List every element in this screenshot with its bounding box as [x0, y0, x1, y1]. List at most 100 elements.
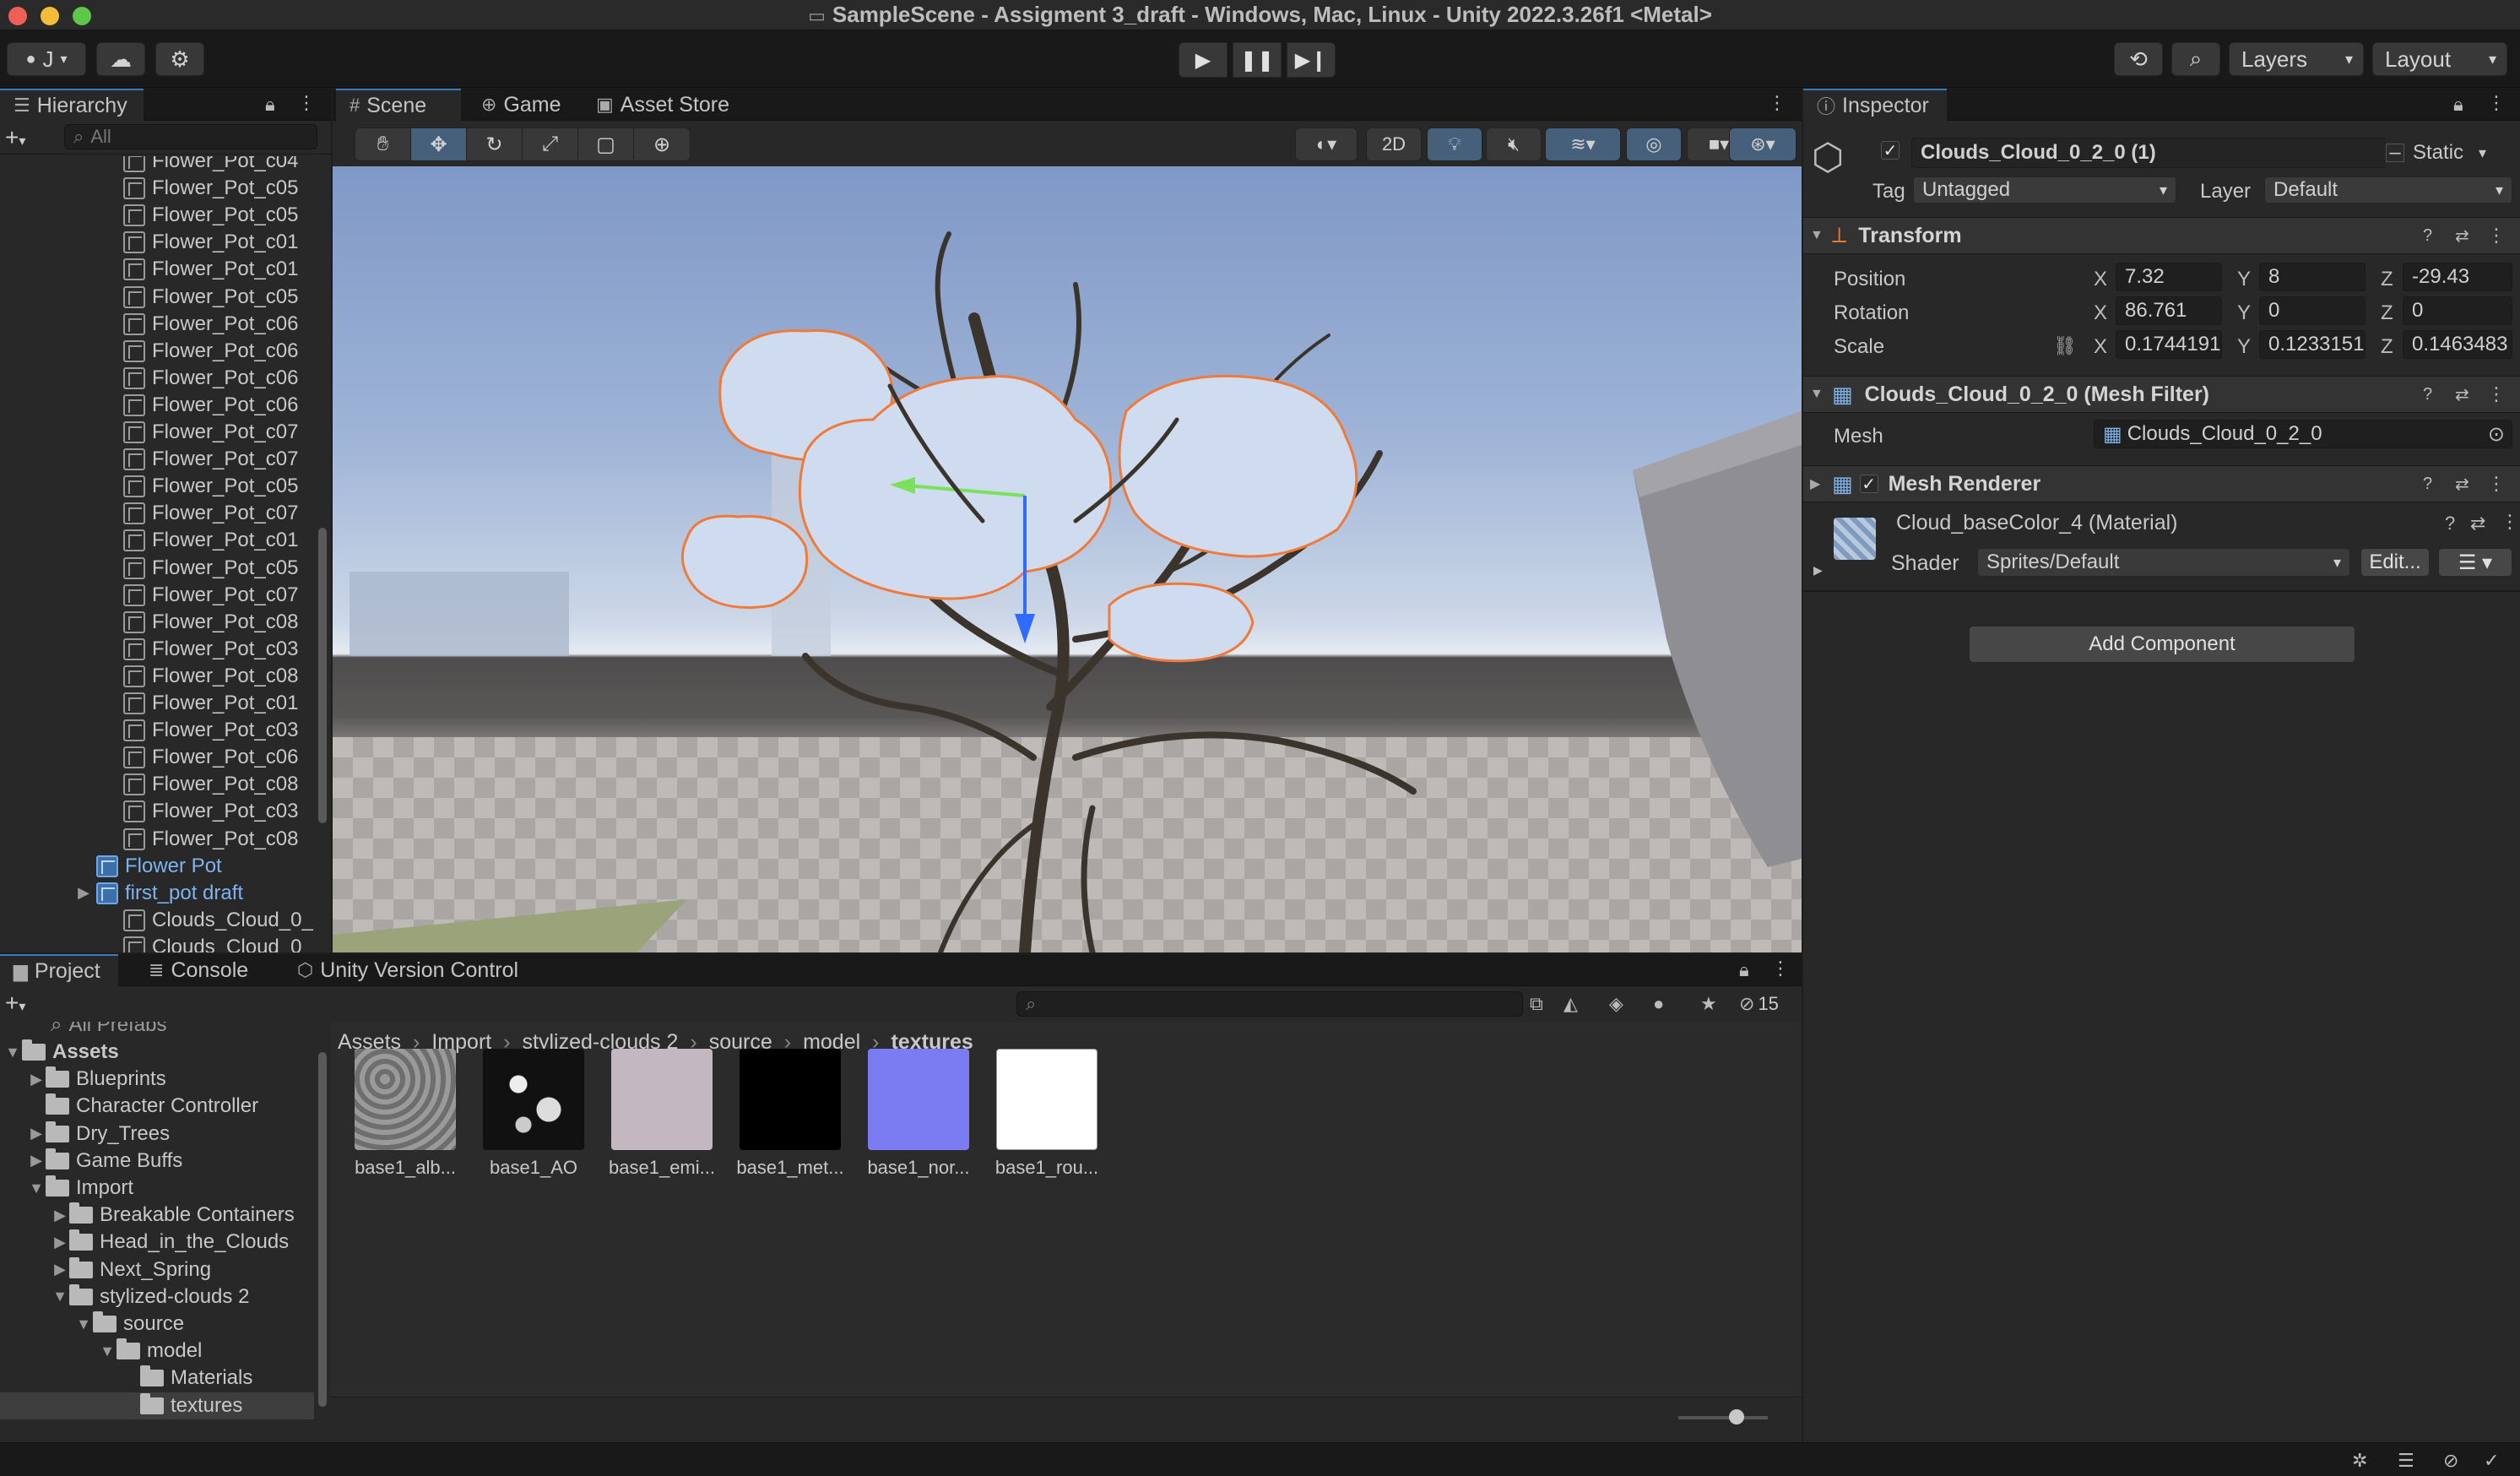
hierarchy-item[interactable]: Flower_Pot_c07	[0, 446, 314, 473]
create-asset-button[interactable]: +▾	[5, 990, 25, 1017]
help-icon[interactable]: ?	[2423, 385, 2432, 404]
tab-unity-version-control[interactable]: ⬡ Unity Version Control	[284, 954, 537, 986]
search-by-type-icon[interactable]: ⧉	[1530, 993, 1543, 1015]
more-options-icon[interactable]: ⋮	[2501, 511, 2519, 533]
foldout-arrow-icon[interactable]: ▼	[74, 1316, 93, 1333]
folder-tree-item[interactable]: Materials	[0, 1365, 314, 1392]
gizmos-dropdown[interactable]: ⊛▾	[1729, 128, 1797, 161]
thumbnail-size-slider-handle[interactable]	[1729, 1409, 1744, 1424]
effects-dropdown[interactable]: ≋▾	[1545, 128, 1621, 161]
filter-by-label-icon[interactable]: ◈	[1609, 993, 1623, 1015]
asset-item[interactable]: base1_met...	[726, 1049, 854, 1179]
object-active-checkbox[interactable]: ✓	[1881, 141, 1899, 160]
hierarchy-item[interactable]: Flower_Pot_c08	[0, 826, 314, 853]
project-search-input[interactable]: ⌕	[1016, 991, 1523, 1017]
rotate-tool-button[interactable]: ↻	[467, 128, 523, 160]
all-prefabs-item[interactable]: ⌕ All Prefabs	[0, 1022, 314, 1039]
hierarchy-item[interactable]: ▶ first_pot draft	[0, 880, 314, 907]
visibility-toggle[interactable]: ◎	[1626, 128, 1682, 161]
hierarchy-item[interactable]: Flower_Pot_c05	[0, 175, 314, 202]
hidden-packages-icon[interactable]: ⊘ 15	[1739, 993, 1779, 1015]
layout-dropdown[interactable]: Layout ▾	[2372, 42, 2507, 76]
hierarchy-item[interactable]: Flower_Pot_c05	[0, 202, 314, 229]
more-options-icon[interactable]: ⋮	[2487, 92, 2506, 114]
folder-tree-item[interactable]: ▼ Import	[0, 1175, 314, 1202]
hand-tool-button[interactable]: ✋︎	[355, 128, 411, 160]
foldout-arrow-icon[interactable]: ▼	[27, 1180, 46, 1197]
scale-z-field[interactable]: 0.1463483	[2403, 330, 2512, 359]
foldout-arrow-icon[interactable]: ▼	[51, 1288, 69, 1305]
foldout-arrow-icon[interactable]: ▶	[51, 1234, 69, 1251]
tab-asset-store[interactable]: ▣ Asset Store	[583, 89, 751, 121]
foldout-arrow-icon[interactable]: ▶	[27, 1152, 46, 1169]
collab-button[interactable]: ⚙	[155, 42, 204, 76]
position-z-field[interactable]: -29.43	[2403, 263, 2512, 291]
hierarchy-scrollbar[interactable]	[314, 156, 331, 952]
more-options-icon[interactable]: ⋮	[1768, 92, 1786, 114]
shader-options-dropdown[interactable]: ☰ ▾	[2438, 548, 2512, 577]
folder-tree-item[interactable]: ▶ Blueprints	[0, 1066, 314, 1093]
hierarchy-item[interactable]: Flower_Pot_c06	[0, 338, 314, 365]
static-toggle[interactable]: – Static ▾	[2386, 138, 2512, 168]
position-x-field[interactable]: 7.32	[2116, 263, 2222, 291]
folder-tree-item[interactable]: ▼ Assets	[0, 1039, 314, 1066]
cache-server-icon[interactable]: ☰	[2398, 1450, 2414, 1472]
hierarchy-item[interactable]: Flower_Pot_c07	[0, 500, 314, 527]
lock-icon[interactable]: 🔒︎	[1739, 959, 1749, 981]
lock-icon[interactable]: 🔒︎	[265, 94, 275, 116]
audio-toggle[interactable]: 🔇︎	[1486, 128, 1542, 161]
transform-header[interactable]: ▼ ⟂ Transform ? ⇄ ⋮	[1803, 217, 2520, 254]
hierarchy-item[interactable]: Flower_Pot_c03	[0, 636, 314, 663]
more-options-icon[interactable]: ⋮	[2487, 473, 2506, 495]
hierarchy-item[interactable]: Flower_Pot_c08	[0, 609, 314, 636]
project-tree-scrollbar[interactable]	[314, 1022, 331, 1442]
hierarchy-item[interactable]: Flower_Pot_c03	[0, 717, 314, 744]
tab-inspector[interactable]: ⓘ Inspector	[1803, 89, 1947, 121]
hierarchy-item[interactable]: Flower_Pot_c03	[0, 798, 314, 825]
rotation-z-field[interactable]: 0	[2403, 296, 2512, 325]
preset-icon[interactable]: ⇄	[2470, 513, 2485, 535]
preset-icon[interactable]: ⇄	[2455, 225, 2469, 247]
folder-tree-item[interactable]: ▶ Breakable Containers	[0, 1202, 314, 1229]
hierarchy-scroll-thumb[interactable]	[318, 528, 327, 823]
transform-tool-button[interactable]: ⊕	[634, 128, 690, 160]
rotation-x-field[interactable]: 86.761	[2116, 296, 2222, 325]
preset-icon[interactable]: ⇄	[2455, 384, 2469, 405]
hierarchy-search-input[interactable]: ⌕ All	[64, 124, 317, 149]
more-options-icon[interactable]: ⋮	[2487, 383, 2506, 405]
cloud-button[interactable]: ☁	[96, 42, 145, 76]
hierarchy-item[interactable]: Flower_Pot_c06	[0, 744, 314, 771]
rotation-y-field[interactable]: 0	[2259, 296, 2366, 325]
mesh-field[interactable]: ▦ Clouds_Cloud_0_2_0 ⊙	[2094, 420, 2512, 448]
hierarchy-item[interactable]: Flower_Pot_c01	[0, 527, 314, 554]
help-icon[interactable]: ?	[2423, 475, 2432, 494]
scale-tool-button[interactable]: ⤢	[523, 128, 578, 160]
hierarchy-item[interactable]: Clouds_Cloud_0_2_	[0, 934, 314, 952]
asset-item[interactable]: base1_emi...	[598, 1049, 726, 1179]
help-icon[interactable]: ?	[2445, 513, 2455, 535]
more-options-icon[interactable]: ⋮	[297, 92, 316, 114]
folder-tree-item[interactable]: ▼ stylized-clouds 2	[0, 1283, 314, 1310]
folder-tree-item[interactable]: ▶ Game Buffs	[0, 1148, 314, 1175]
scene-viewport[interactable]	[333, 166, 1802, 952]
move-tool-button[interactable]: ✥	[411, 128, 467, 160]
play-button[interactable]: ▶	[1179, 42, 1227, 78]
folder-tree-item[interactable]: ▶ Dry_Trees	[0, 1121, 314, 1148]
hierarchy-item[interactable]: Flower_Pot_c01	[0, 256, 314, 283]
mode-2d-toggle[interactable]: 2D	[1366, 128, 1422, 161]
favorite-icon[interactable]: ★	[1700, 993, 1717, 1015]
tab-hierarchy[interactable]: ☰ Hierarchy	[0, 89, 144, 121]
tab-game[interactable]: ⊕ Game	[468, 89, 577, 121]
mesh-filter-header[interactable]: ▼ ▦ Clouds_Cloud_0_2_0 (Mesh Filter) ? ⇄…	[1803, 376, 2520, 413]
tab-scene[interactable]: # Scene	[336, 89, 461, 121]
undo-history-button[interactable]: ⟲	[2114, 42, 2163, 76]
hierarchy-item[interactable]: Flower_Pot_c07	[0, 419, 314, 446]
layer-dropdown[interactable]: Default ▾	[2264, 176, 2512, 203]
hierarchy-item[interactable]: Clouds_Cloud_0_2_	[0, 907, 314, 934]
more-options-icon[interactable]: ⋮	[2487, 225, 2506, 247]
folder-tree-item[interactable]: textures	[0, 1392, 314, 1419]
pause-button[interactable]: ❚❚	[1233, 42, 1282, 78]
asset-item[interactable]: base1_nor...	[854, 1049, 983, 1179]
hierarchy-item[interactable]: Flower Pot	[0, 853, 314, 880]
position-y-field[interactable]: 8	[2259, 263, 2366, 291]
